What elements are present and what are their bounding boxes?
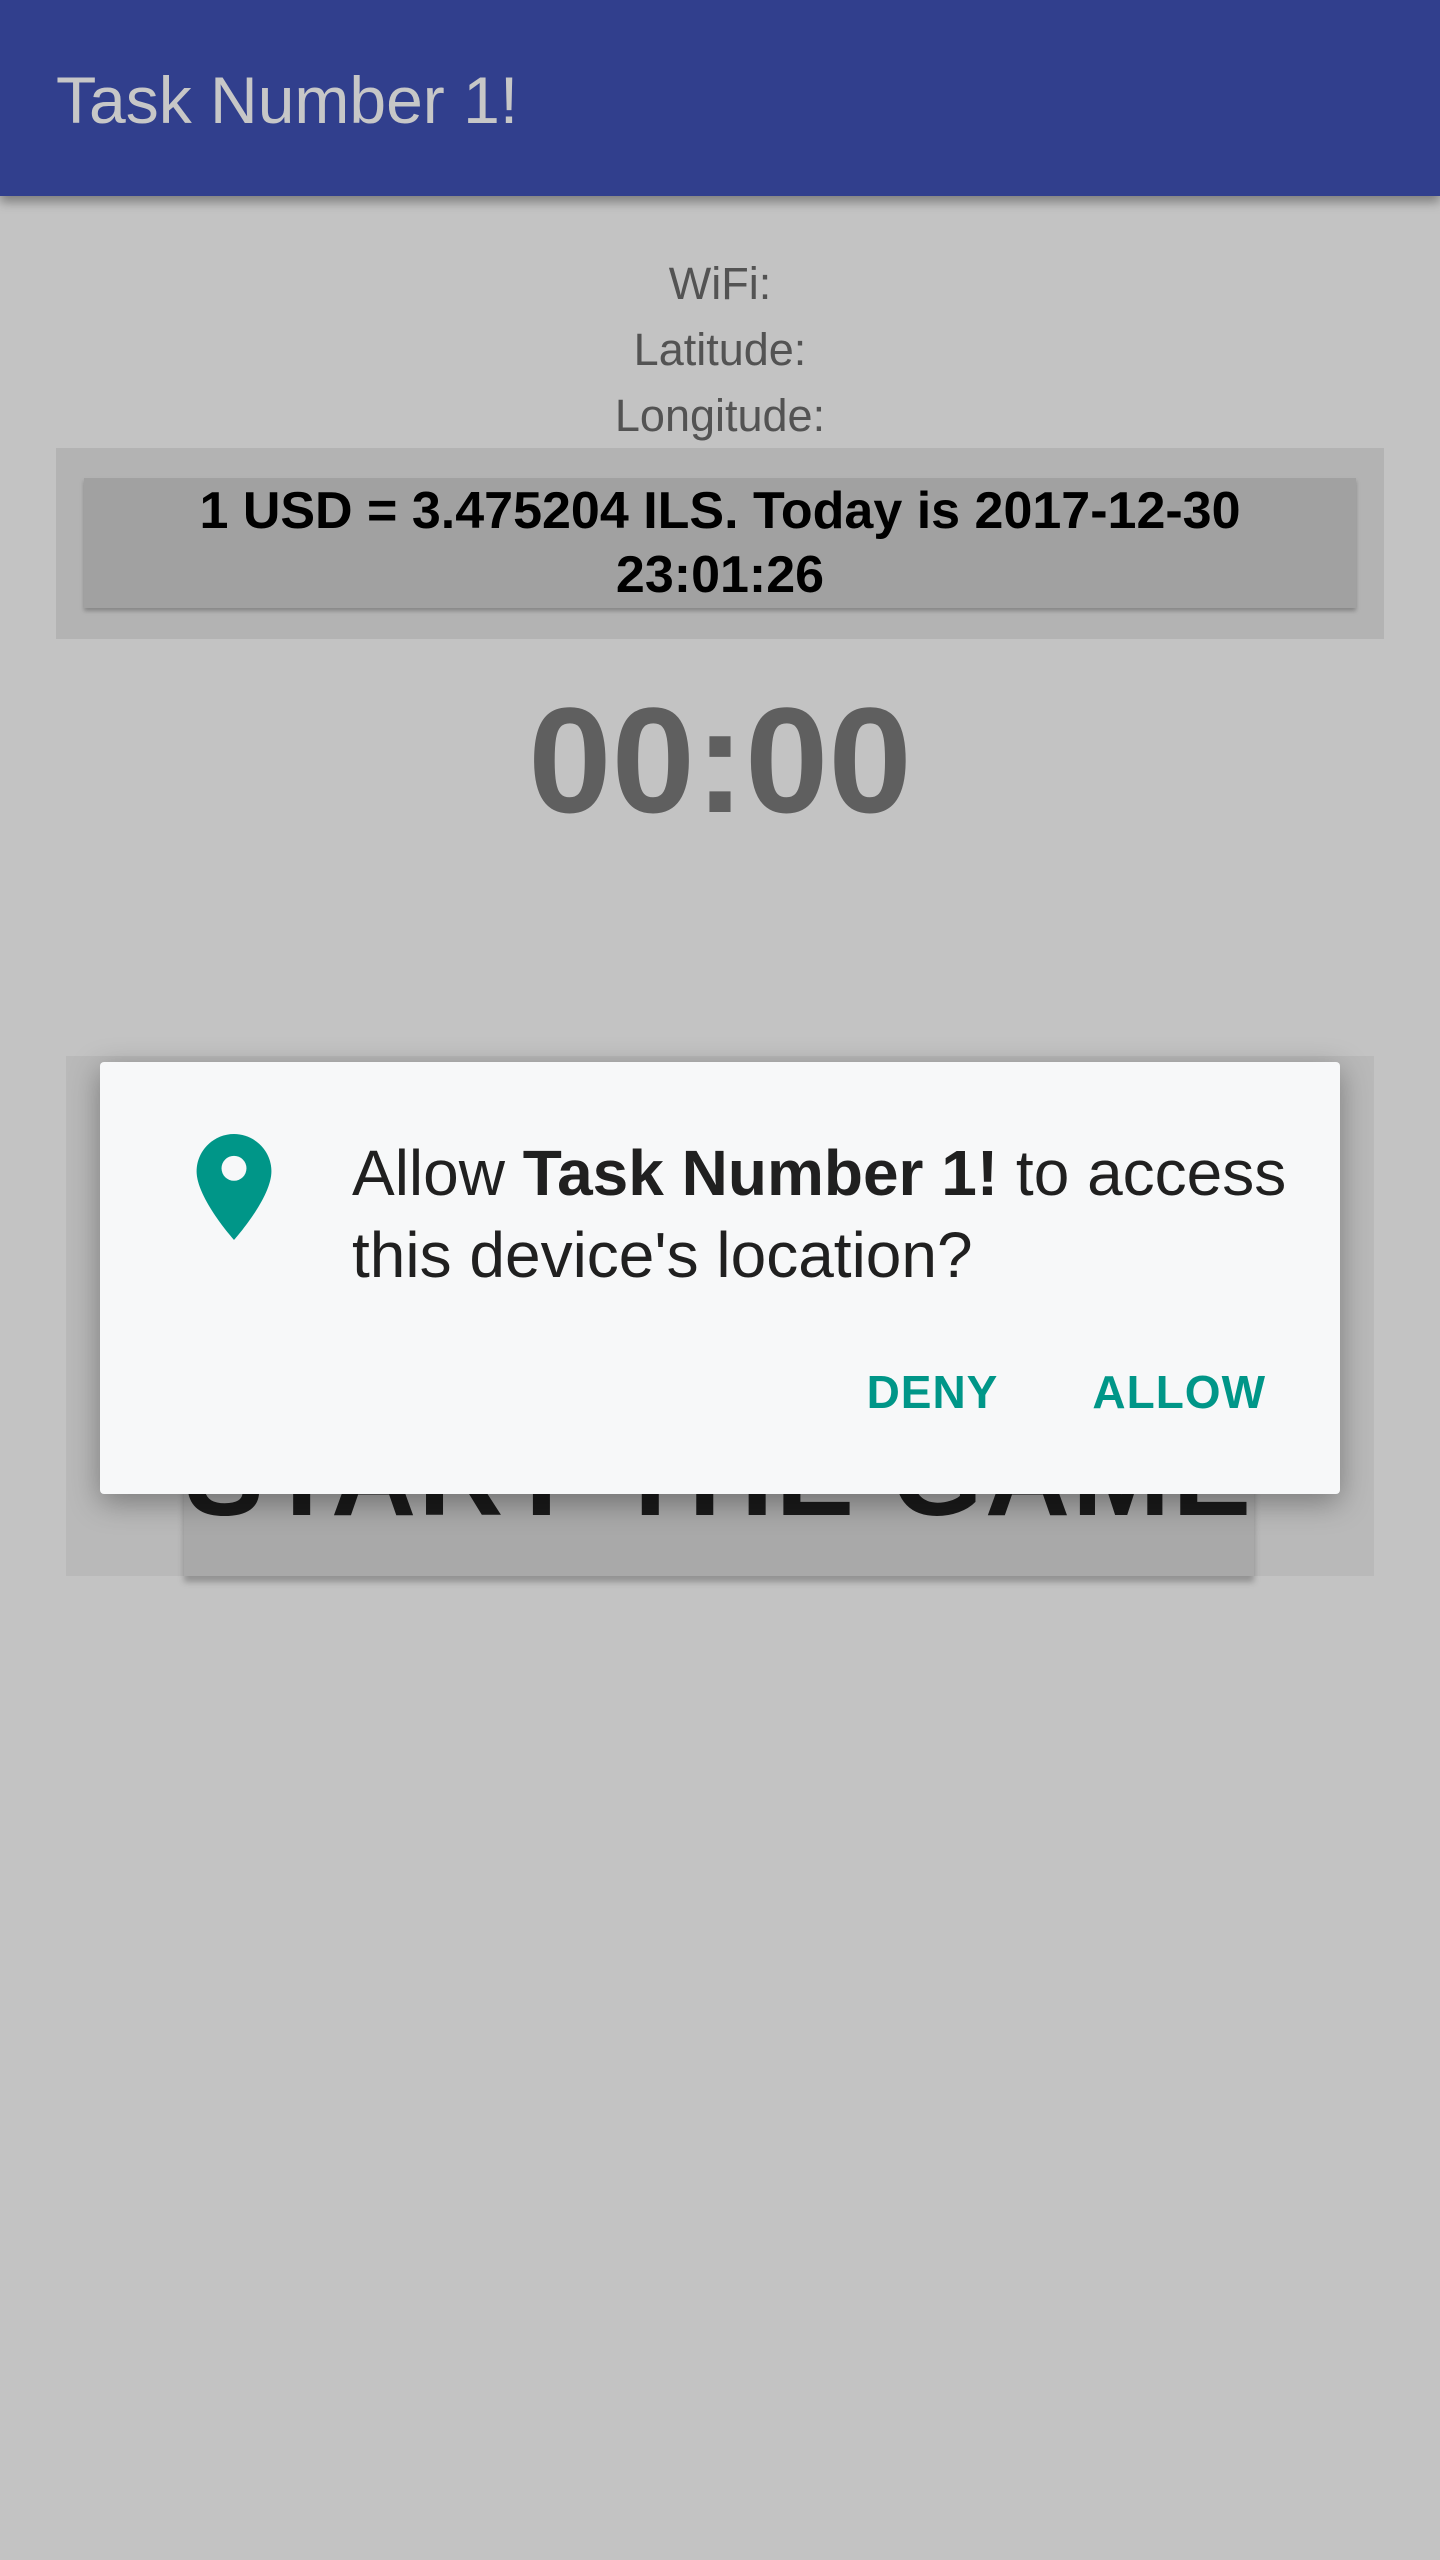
dialog-actions: DENY ALLOW — [867, 1362, 1266, 1422]
location-permission-dialog: Allow Task Number 1! to access this devi… — [100, 1062, 1340, 1494]
allow-button[interactable]: ALLOW — [1092, 1362, 1266, 1422]
deny-button[interactable]: DENY — [867, 1362, 999, 1422]
message-prefix: Allow — [352, 1137, 505, 1209]
permission-message: Allow Task Number 1! to access this devi… — [352, 1132, 1312, 1296]
location-pin-icon — [196, 1134, 272, 1240]
message-app-name: Task Number 1! — [522, 1137, 999, 1209]
